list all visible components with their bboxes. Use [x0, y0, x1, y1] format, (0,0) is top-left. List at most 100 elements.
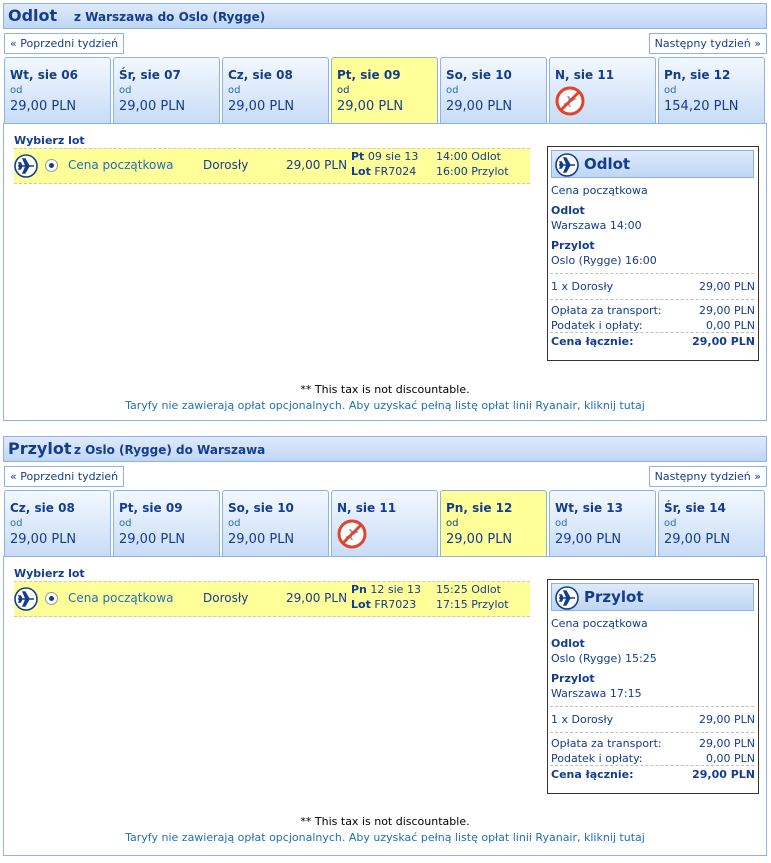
day-od: od — [446, 85, 459, 96]
fare-price: 29,00 PLN — [286, 158, 348, 172]
airplane-icon — [14, 154, 38, 182]
inbound-day-tab[interactable]: Pt, sie 09 od 29,00 PLN — [113, 490, 220, 557]
inbound-summary-box: Przylot Cena początkowa Odlot Oslo (Rygg… — [547, 579, 759, 794]
outbound-header: Odlot z Warszawa do Oslo (Rygge) — [3, 3, 767, 29]
summary-tax-value: 0,00 PLN — [706, 752, 755, 765]
departure-time: 14:00 Odlot — [436, 150, 501, 163]
summary-fee-value: 29,00 PLN — [699, 304, 755, 317]
outbound-prev-week-button[interactable]: « Poprzedni tydzień — [4, 33, 125, 54]
summary-arr-text: Warszawa 17:15 — [551, 687, 642, 700]
day-label: Cz, sie 08 — [10, 501, 75, 515]
day-label: Pn, sie 12 — [446, 501, 513, 515]
flight-option-row[interactable]: Cena początkowa Dorosły 29,00 PLN Pn 12 … — [14, 581, 530, 617]
summary-dep-heading: Odlot — [551, 637, 585, 650]
inbound-day-tab[interactable]: So, sie 10 od 29,00 PLN — [222, 490, 329, 557]
flight-date: Pt 09 sie 13 — [351, 150, 419, 163]
day-label: N, sie 11 — [555, 68, 615, 82]
fare-radio[interactable] — [45, 159, 58, 172]
day-od: od — [555, 518, 568, 529]
summary-fee-label: Opłata za transport: — [551, 304, 662, 317]
summary-total-label: Cena łącznie: — [551, 335, 634, 348]
summary-divider — [550, 299, 754, 300]
radio-dot — [49, 596, 54, 601]
summary-pax-label: 1 x Dorosły — [551, 713, 614, 726]
outbound-day-tab[interactable]: Cz, sie 08 od 29,00 PLN — [222, 57, 329, 124]
inbound-title: Przylot — [8, 439, 72, 458]
day-label: Cz, sie 08 — [228, 68, 293, 82]
inbound-day-tab[interactable]: Cz, sie 08 od 29,00 PLN — [4, 490, 111, 557]
day-od: od — [664, 518, 677, 529]
summary-divider — [550, 332, 754, 333]
outbound-day-tab-selected[interactable]: Pt, sie 09 od 29,00 PLN — [331, 57, 438, 124]
inbound-day-tab[interactable]: Śr, sie 14 od 29,00 PLN — [658, 490, 765, 557]
day-label: Śr, sie 07 — [119, 68, 181, 82]
day-label: N, sie 11 — [337, 501, 397, 515]
outbound-day-tab[interactable]: So, sie 10 od 29,00 PLN — [440, 57, 547, 124]
day-price: 29,00 PLN — [446, 532, 513, 547]
tax-footnote: ** This tax is not discountable. — [300, 815, 470, 828]
day-price: 29,00 PLN — [555, 532, 622, 547]
outbound-day-tab[interactable]: Śr, sie 07 od 29,00 PLN — [113, 57, 220, 124]
day-price: 29,00 PLN — [10, 99, 77, 114]
no-flight-icon — [336, 518, 368, 554]
day-price: 29,00 PLN — [119, 532, 186, 547]
optional-fees-link[interactable]: Taryfy nie zawierają opłat opcjonalnych.… — [4, 831, 766, 844]
summary-tax-value: 0,00 PLN — [706, 319, 755, 332]
summary-pax-value: 29,00 PLN — [699, 280, 755, 293]
optional-fees-link[interactable]: Taryfy nie zawierają opłat opcjonalnych.… — [4, 399, 766, 412]
tax-footnote: ** This tax is not discountable. — [300, 383, 470, 396]
outbound-title: Odlot — [8, 6, 58, 25]
summary-fare: Cena początkowa — [551, 617, 648, 630]
flight-option-row[interactable]: Cena początkowa Dorosły 29,00 PLN Pt 09 … — [14, 148, 530, 184]
choose-flight-label: Wybierz lot — [14, 134, 85, 147]
day-price: 29,00 PLN — [10, 532, 77, 547]
summary-divider — [550, 706, 754, 707]
summary-divider — [550, 273, 754, 274]
inbound-day-tab-unavailable: N, sie 11 — [331, 490, 438, 557]
day-label: Pt, sie 09 — [119, 501, 183, 515]
inbound-prev-week-button[interactable]: « Poprzedni tydzień — [4, 466, 125, 487]
day-od: od — [119, 85, 132, 96]
day-label: So, sie 10 — [446, 68, 512, 82]
day-price: 29,00 PLN — [119, 99, 186, 114]
day-price: 29,00 PLN — [228, 99, 295, 114]
inbound-day-tab-selected[interactable]: Pn, sie 12 od 29,00 PLN — [440, 490, 547, 557]
inbound-header: Przylot z Oslo (Rygge) do Warszawa — [3, 436, 767, 462]
summary-divider — [550, 732, 754, 733]
outbound-section: Odlot z Warszawa do Oslo (Rygge) « Poprz… — [3, 3, 767, 421]
passenger-type: Dorosły — [203, 591, 249, 605]
summary-divider — [550, 765, 754, 766]
arrival-time: 16:00 Przylot — [436, 165, 509, 178]
day-price: 29,00 PLN — [337, 99, 404, 114]
outbound-day-tab[interactable]: Pn, sie 12 od 154,20 PLN — [658, 57, 765, 124]
fare-type: Cena początkowa — [68, 158, 174, 172]
radio-dot — [49, 163, 54, 168]
inbound-flights-panel: Wybierz lot Cena początkowa Dorosły 29,0… — [3, 556, 767, 856]
day-od: od — [228, 518, 241, 529]
inbound-day-tab[interactable]: Wt, sie 13 od 29,00 PLN — [549, 490, 656, 557]
day-price: 154,20 PLN — [664, 99, 739, 114]
flight-number: Lot FR7023 — [351, 598, 417, 611]
day-od: od — [446, 518, 459, 529]
day-price: 29,00 PLN — [664, 532, 731, 547]
flight-number: Lot FR7024 — [351, 165, 417, 178]
airplane-icon — [555, 153, 579, 181]
arrival-time: 17:15 Przylot — [436, 598, 509, 611]
outbound-day-tab[interactable]: Wt, sie 06 od 29,00 PLN — [4, 57, 111, 124]
summary-tax-label: Podatek i opłaty: — [551, 319, 643, 332]
outbound-next-week-button[interactable]: Następny tydzień » — [648, 33, 767, 54]
inbound-next-week-button[interactable]: Następny tydzień » — [648, 466, 767, 487]
inbound-route: z Oslo (Rygge) do Warszawa — [74, 443, 266, 457]
summary-title: Odlot — [584, 155, 631, 173]
fare-radio[interactable] — [45, 592, 58, 605]
day-label: Wt, sie 06 — [10, 68, 78, 82]
summary-total-value: 29,00 PLN — [692, 335, 755, 348]
day-od: od — [664, 85, 677, 96]
departure-time: 15:25 Odlot — [436, 583, 501, 596]
inbound-section: Przylot z Oslo (Rygge) do Warszawa « Pop… — [3, 436, 767, 856]
summary-arr-heading: Przylot — [551, 239, 595, 252]
summary-tax-label: Podatek i opłaty: — [551, 752, 643, 765]
summary-total-value: 29,00 PLN — [692, 768, 755, 781]
day-od: od — [10, 85, 23, 96]
day-od: od — [119, 518, 132, 529]
